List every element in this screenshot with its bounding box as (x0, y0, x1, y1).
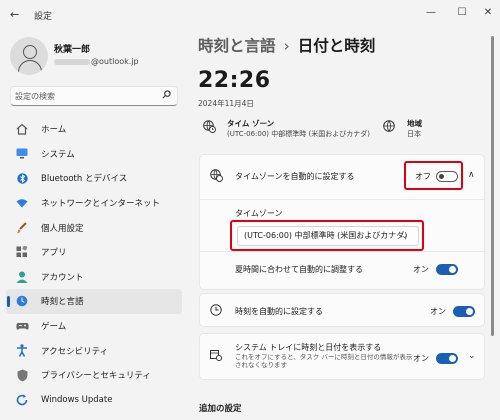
user-profile[interactable]: 秋葉一郎 @outlook.jp (10, 37, 190, 77)
dst-label: 夏時間に合わせて自動的に調整する (235, 265, 363, 274)
dst-row[interactable]: 夏時間に合わせて自動的に調整する オン (200, 251, 484, 290)
apps-icon (15, 245, 29, 259)
auto-time-state: オン (430, 307, 446, 316)
sidebar-item-system[interactable]: システム (6, 142, 182, 167)
sidebar-item-apps[interactable]: アプリ (6, 240, 182, 265)
chevron-up-icon[interactable]: ∧ (468, 170, 475, 180)
sidebar-item-label: アプリ (41, 248, 67, 259)
chevron-down-icon[interactable]: ⌄ (468, 351, 476, 361)
sidebar-item-gaming[interactable]: ゲーム (6, 314, 182, 339)
user-email: @outlook.jp (54, 57, 139, 66)
close-button[interactable]: ✕ (477, 4, 499, 22)
timezone-title: タイム ゾーン (227, 119, 275, 128)
taskbar-calendar-icon (210, 349, 223, 364)
sidebar-item-label: システム (41, 149, 75, 160)
auto-timezone-label: タイムゾーンを自動的に設定する (235, 172, 355, 181)
tray-clock-sublabel-1: これをオフにすると、タスク バーに時刻と日付の情報が表示 (235, 353, 413, 361)
sidebar-item-home[interactable]: ホーム (6, 117, 182, 142)
sidebar-item-label: ホーム (41, 125, 67, 136)
region-value: 日本 (407, 130, 421, 138)
account-icon (15, 270, 29, 284)
breadcrumb: 時刻と言語 › 日付と時刻 (198, 34, 375, 56)
timezone-value: (UTC-06:00) 中部標準時 (米国およびカナダ) (227, 130, 370, 138)
timezone-globe-clock-icon (203, 120, 216, 136)
globe-icon (383, 120, 395, 135)
shield-icon (15, 368, 29, 382)
highlight-box-toggle (404, 161, 463, 190)
home-icon (15, 122, 29, 136)
breadcrumb-parent[interactable]: 時刻と言語 (198, 37, 276, 55)
sidebar-item-label: アカウント (41, 272, 84, 283)
tray-clock-toggle[interactable] (436, 353, 458, 364)
bluetooth-icon (15, 171, 29, 185)
dst-toggle[interactable] (436, 264, 458, 275)
accessibility-icon (15, 344, 29, 358)
search-icon[interactable] (162, 90, 171, 102)
tray-clock-label: システム トレイに時刻と日付を表示する (235, 343, 382, 352)
highlight-box-dropdown (230, 220, 424, 251)
page-title: 日付と時刻 (297, 37, 376, 55)
tray-clock-state: オン (413, 354, 429, 363)
update-icon (15, 393, 29, 407)
auto-time-toggle[interactable] (453, 306, 475, 317)
gamepad-icon (15, 319, 29, 333)
sidebar-item-label: Bluetooth とデバイス (41, 174, 128, 185)
clock-icon (210, 304, 222, 319)
settings-search[interactable] (10, 86, 178, 106)
search-input[interactable] (15, 89, 155, 103)
sidebar-item-label: Windows Update (41, 394, 113, 405)
timezone-info: タイム ゾーン (UTC-06:00) 中部標準時 (米国およびカナダ) (203, 116, 373, 142)
clock-globe-icon (15, 294, 29, 308)
sidebar-item-bluetooth[interactable]: Bluetooth とデバイス (6, 166, 182, 191)
dst-state: オン (413, 265, 429, 274)
sidebar-item-privacy[interactable]: プライバシーとセキュリティ (6, 363, 182, 388)
sidebar-item-label: 時刻と言語 (41, 297, 84, 308)
timezone-select-label: タイムゾーン (235, 209, 283, 218)
sidebar-nav: ホーム システム Bluetooth とデバイス ネットワークとインターネット … (6, 117, 182, 412)
sidebar-item-accounts[interactable]: アカウント (6, 265, 182, 290)
scrollbar[interactable] (491, 36, 494, 336)
current-time: 22:26 (198, 68, 271, 93)
tray-clock-card[interactable]: システム トレイに時刻と日付を表示する これをオフにすると、タスク バーに時刻と… (199, 333, 485, 380)
sidebar-item-label: プライバシーとセキュリティ (41, 371, 151, 382)
auto-time-card[interactable]: 時刻を自動的に設定する オン (199, 293, 485, 327)
avatar (10, 37, 48, 75)
sidebar-item-windows-update[interactable]: Windows Update (6, 388, 182, 413)
additional-settings-heading: 追加の設定 (199, 404, 242, 414)
sidebar-item-label: ゲーム (41, 322, 67, 333)
title-bar: ← 設定 — ☐ ✕ (0, 0, 500, 30)
wifi-icon (15, 196, 29, 210)
sidebar-item-time-language[interactable]: 時刻と言語 (6, 289, 182, 314)
sidebar-item-accessibility[interactable]: アクセシビリティ (6, 338, 182, 363)
region-title: 地域 (407, 119, 422, 128)
breadcrumb-separator: › (283, 37, 290, 55)
user-name: 秋葉一郎 (54, 45, 91, 55)
maximize-button[interactable]: ☐ (451, 4, 473, 22)
sidebar-item-label: ネットワークとインターネット (41, 199, 161, 210)
tray-clock-sublabel-2: されなくなります (235, 361, 287, 369)
current-date: 2024年11月4日 (198, 99, 254, 108)
timezone-globe-clock-icon (210, 169, 223, 185)
minimize-button[interactable]: — (420, 4, 442, 22)
auto-time-label: 時刻を自動的に設定する (235, 307, 323, 316)
window-title: 設定 (34, 12, 53, 22)
region-info: 地域 日本 (383, 116, 483, 142)
sidebar-item-network[interactable]: ネットワークとインターネット (6, 191, 182, 216)
monitor-icon (15, 147, 29, 161)
sidebar-item-label: 個人用設定 (41, 223, 84, 234)
sidebar-item-personalization[interactable]: 個人用設定 (6, 215, 182, 240)
back-arrow-icon[interactable]: ← (10, 8, 19, 21)
sidebar-item-label: アクセシビリティ (41, 346, 109, 357)
email-suffix: @outlook.jp (91, 57, 139, 66)
brush-icon (15, 221, 29, 235)
